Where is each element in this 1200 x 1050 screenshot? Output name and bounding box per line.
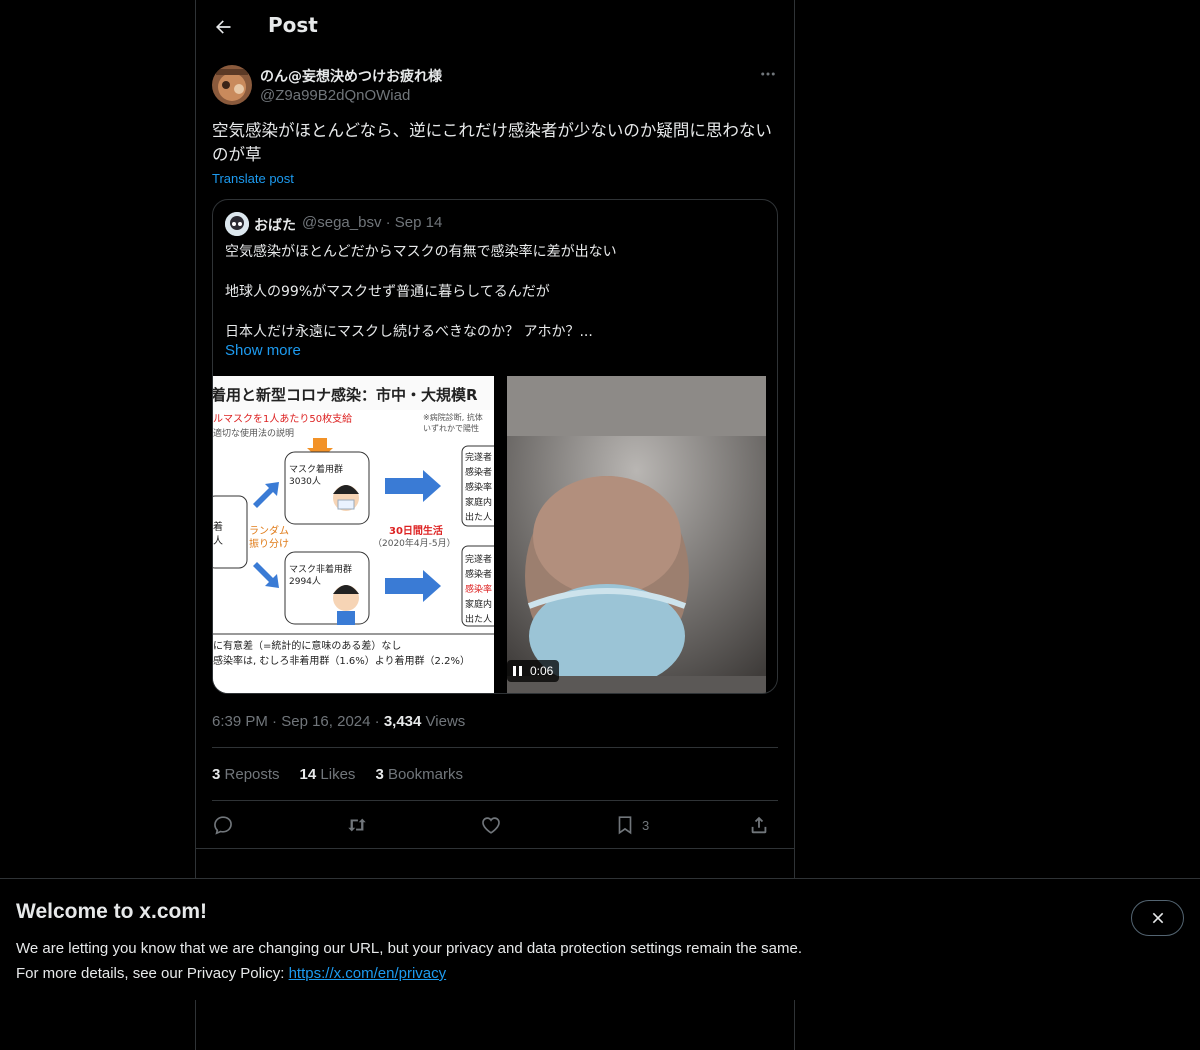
banner-line: For more details, see our Privacy Policy… bbox=[16, 961, 802, 986]
divider bbox=[212, 747, 778, 748]
quote-author-handle: @sega_bsv · Sep 14 bbox=[302, 214, 442, 231]
chart-label: 家庭内 bbox=[465, 496, 492, 508]
reply-icon bbox=[214, 816, 232, 835]
group-count: 2994人 bbox=[289, 576, 321, 587]
likes-stat[interactable]: 14 Likes bbox=[300, 766, 356, 783]
chart-label: 人 bbox=[213, 535, 223, 547]
post-meta: 6:39 PM · Sep 16, 2024 · 3,434 Views bbox=[212, 713, 465, 730]
likes-label: Likes bbox=[320, 766, 356, 783]
group-label: マスク着用群 bbox=[289, 463, 343, 475]
group-count: 3030人 bbox=[289, 476, 321, 487]
quoted-post[interactable]: おばた @sega_bsv · Sep 14 空気感染がほとんどだからマスクの有… bbox=[212, 199, 778, 694]
chart-label: 感染者 bbox=[465, 568, 492, 580]
author-name[interactable]: のん@妄想決めつけお疲れ様 bbox=[260, 66, 442, 86]
heart-icon bbox=[482, 817, 500, 834]
divider bbox=[196, 848, 794, 849]
post-stats: 3 Reposts 14 Likes 3 Bookmarks bbox=[212, 766, 463, 783]
quote-date: Sep 14 bbox=[394, 214, 443, 231]
dot-separator: · bbox=[272, 713, 282, 730]
chart-label: （2020年4月-5月） bbox=[373, 537, 456, 549]
quote-author-name: おばた bbox=[254, 218, 296, 234]
reposts-stat[interactable]: 3 Reposts bbox=[212, 766, 280, 783]
banner-title: Welcome to x.com! bbox=[16, 900, 207, 923]
welcome-banner: Welcome to x.com! We are letting you kno… bbox=[0, 878, 1200, 1000]
quote-text-line: 地球人の99%がマスクせず普通に暮らしてるんだが bbox=[225, 284, 550, 300]
chart-label: 完遂者 bbox=[465, 553, 492, 565]
chart-label: ランダム bbox=[249, 524, 289, 537]
arrow-left-icon bbox=[216, 20, 231, 34]
bookmarks-stat[interactable]: 3 Bookmarks bbox=[375, 766, 463, 783]
quote-handle-text: @sega_bsv bbox=[302, 214, 382, 231]
video-playback-overlay[interactable]: 0:06 bbox=[507, 660, 560, 682]
show-more-link[interactable]: Show more bbox=[225, 342, 301, 359]
chart-label: 出た人 bbox=[465, 511, 492, 523]
post-actions: 3 bbox=[212, 812, 778, 838]
repost-icon bbox=[348, 818, 366, 832]
more-options-button[interactable] bbox=[756, 62, 780, 86]
views-count: 3,434 bbox=[383, 713, 422, 730]
post-date[interactable]: Sep 16, 2024 bbox=[281, 713, 370, 730]
quote-image-study-chart[interactable]: 着用と新型コロナ感染：市中・大規模R ルマスクを1人あたり50枚支給 適切な使用… bbox=[213, 376, 494, 693]
translate-post-link[interactable]: Translate post bbox=[212, 171, 294, 186]
chart-note: いずれかで陽性 bbox=[423, 423, 479, 433]
bookmarks-label: Bookmarks bbox=[387, 766, 463, 783]
back-button[interactable] bbox=[206, 8, 240, 46]
chart-label: 感染率 bbox=[465, 583, 492, 595]
chart-label: 着 bbox=[213, 520, 223, 533]
bookmark-icon bbox=[618, 816, 632, 835]
post-text: 空気感染がほとんどなら、逆にこれだけ感染者が少ないのか疑問に思わないのが草 bbox=[212, 121, 772, 164]
share-button[interactable] bbox=[748, 812, 770, 838]
chart-note: ※病院診断, 抗体 bbox=[423, 412, 483, 422]
banner-line: We are letting you know that we are chan… bbox=[16, 940, 802, 957]
chart-label: 30日間生活 bbox=[389, 524, 443, 537]
page-title: Post bbox=[268, 13, 318, 37]
chart-label: 家庭内 bbox=[465, 598, 492, 610]
chart-footer: に有意差（=統計的に意味のある差）なし bbox=[213, 639, 401, 652]
bookmarks-count: 3 bbox=[375, 766, 384, 783]
post-time[interactable]: 6:39 PM bbox=[212, 713, 268, 730]
dot-separator: · bbox=[385, 214, 395, 231]
chart-note: 適切な使用法の説明 bbox=[213, 427, 294, 439]
quote-author-avatar bbox=[225, 212, 249, 236]
likes-count: 14 bbox=[299, 766, 317, 783]
close-icon bbox=[1152, 912, 1163, 924]
chart-label: 完遂者 bbox=[465, 451, 492, 463]
divider bbox=[212, 800, 778, 801]
views-label: Views bbox=[425, 713, 466, 730]
bookmark-button[interactable]: 3 bbox=[614, 812, 649, 838]
close-banner-button[interactable] bbox=[1131, 900, 1184, 936]
chart-footer: 感染率は, むしろ非着用群（1.6%）より着用群（2.2%） bbox=[213, 654, 470, 667]
more-horizontal-icon bbox=[761, 72, 775, 76]
chart-label: 振り分け bbox=[249, 537, 289, 550]
repost-button[interactable] bbox=[346, 812, 368, 838]
chart-heading: 着用と新型コロナ感染：市中・大規模R bbox=[213, 386, 478, 404]
chart-label: 感染者 bbox=[465, 466, 492, 478]
quote-text-line: 日本人だけ永遠にマスクし続けるべきなのか？ アホか？... bbox=[225, 324, 593, 340]
reply-button[interactable] bbox=[212, 812, 234, 838]
privacy-policy-link[interactable]: https://x.com/en/privacy bbox=[289, 965, 447, 982]
chart-label: 感染率 bbox=[465, 481, 492, 493]
quote-video[interactable] bbox=[507, 376, 766, 693]
bookmark-count: 3 bbox=[642, 817, 650, 833]
chart-label: 出た人 bbox=[465, 613, 492, 625]
author-handle[interactable]: @Z9a99B2dQnOWiad bbox=[260, 87, 410, 104]
group-label: マスク非着用群 bbox=[289, 563, 352, 575]
reposts-count: 3 bbox=[212, 766, 221, 783]
pause-icon[interactable] bbox=[513, 666, 522, 676]
banner-text: We are letting you know that we are chan… bbox=[16, 936, 802, 986]
author-avatar[interactable] bbox=[212, 65, 252, 105]
banner-line-prefix: For more details, see our Privacy Policy… bbox=[16, 965, 289, 982]
dot-separator: · bbox=[374, 713, 384, 730]
video-time: 0:06 bbox=[530, 664, 554, 678]
reposts-label: Reposts bbox=[224, 766, 280, 783]
share-icon bbox=[751, 816, 767, 834]
chart-note: ルマスクを1人あたり50枚支給 bbox=[213, 412, 352, 425]
like-button[interactable] bbox=[480, 812, 502, 838]
post-header: Post bbox=[196, 0, 794, 54]
quote-text-line: 空気感染がほとんどだからマスクの有無で感染率に差が出ない bbox=[225, 244, 617, 260]
